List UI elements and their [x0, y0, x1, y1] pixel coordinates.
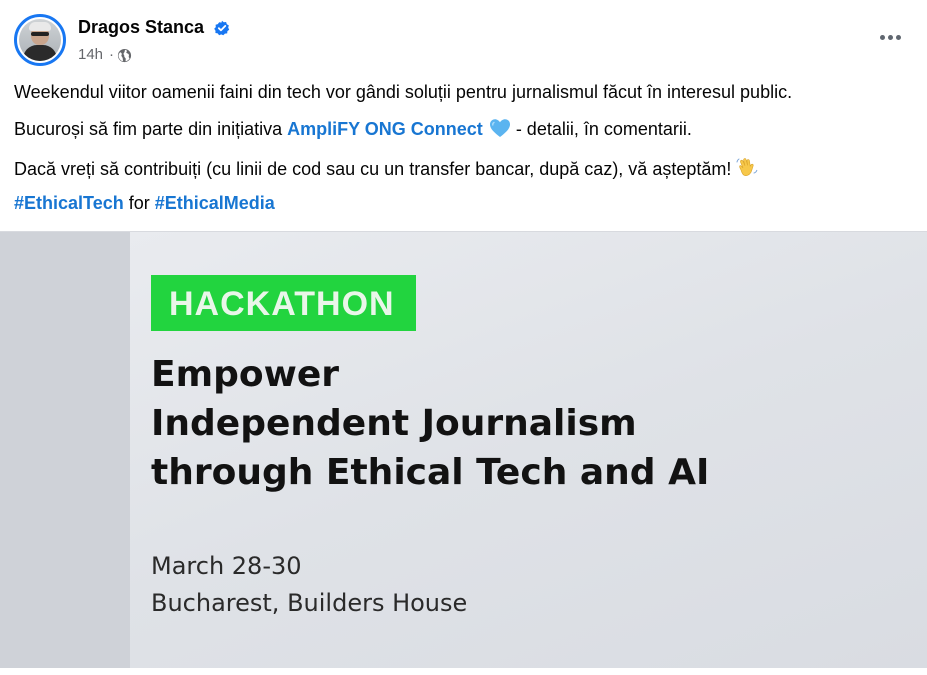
- post-text-fragment: - detalii, în comentarii.: [510, 119, 692, 139]
- hashtag-ethicalmedia[interactable]: #EthicalMedia: [155, 193, 275, 213]
- post-text-line: Weekendul viitor oamenii faini din tech …: [14, 82, 793, 102]
- verified-badge-icon: [214, 20, 230, 36]
- waving-hand-icon: [736, 158, 758, 176]
- blue-heart-icon: [489, 119, 510, 137]
- poster-title-line: Empower: [151, 354, 340, 395]
- post-text-line: #EthicalTech for #EthicalMedia: [14, 192, 275, 214]
- post-text-fragment: Bucuroși să fim parte din inițiativa: [14, 119, 288, 139]
- avatar-photo: [19, 19, 61, 61]
- more-options-icon: [879, 34, 885, 40]
- poster-location: Bucharest, Builders House: [151, 589, 468, 617]
- post-text-fragment: for: [123, 193, 155, 213]
- hackathon-badge-label: HACKATHON: [169, 285, 395, 323]
- poster-title-line: through Ethical Tech and AI: [151, 452, 710, 493]
- poster-title-line: Independent Journalism: [151, 403, 637, 444]
- globe-icon[interactable]: [117, 48, 132, 63]
- hashtag-ethicaltech[interactable]: #EthicalTech: [14, 193, 124, 213]
- poster-date: March 28-30: [151, 552, 302, 580]
- post-text-fragment: Dacă vreți să contribuiți (cu linii de c…: [14, 159, 732, 179]
- post-timestamp[interactable]: 14h: [78, 46, 103, 64]
- amplify-link[interactable]: AmpliFY ONG Connect: [287, 119, 483, 139]
- post-text-line: Bucuroși să fim parte din inițiativa Amp…: [14, 118, 692, 140]
- separator-dot: ·: [109, 46, 114, 63]
- post-text-line: Dacă vreți să contribuiți (cu linii de c…: [14, 156, 759, 180]
- author-name[interactable]: Dragos Stanca: [78, 16, 204, 38]
- post-bottom-divider: [0, 668, 927, 675]
- post-header: Dragos Stanca 14h ·: [0, 0, 927, 70]
- more-options-dot: [887, 34, 893, 40]
- avatar[interactable]: [14, 14, 66, 66]
- more-options-dot: [895, 34, 901, 40]
- more-options-button[interactable]: [872, 22, 908, 52]
